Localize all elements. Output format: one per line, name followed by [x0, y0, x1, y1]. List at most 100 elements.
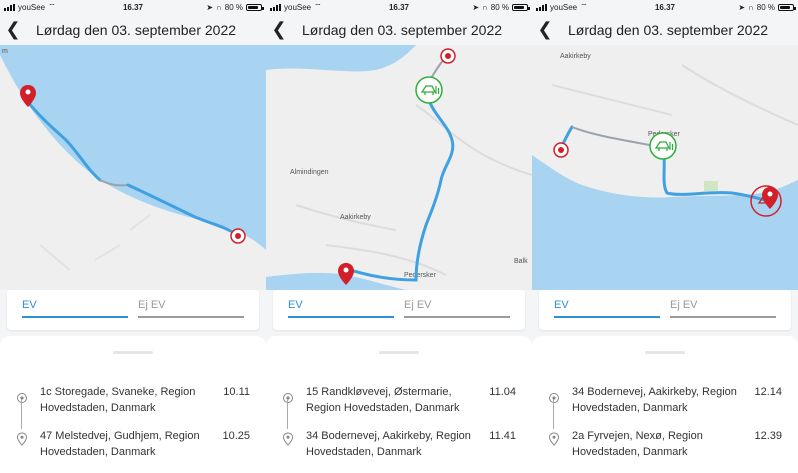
chevron-left-icon: ❮ [537, 19, 553, 39]
chevron-left-icon: ❮ [5, 19, 21, 39]
header: ❮ Lørdag den 03. september 2022 [266, 14, 532, 45]
destination-address: 47 Melstedvej, Gudhjem, Region Hovedstad… [40, 430, 200, 458]
destination-address: 34 Bodernevej, Aakirkeby, Region Hovedst… [306, 430, 471, 458]
map-label: Pedersker [404, 272, 437, 279]
map[interactable]: Almindingen Aakirkeby Pedersker Balk [266, 45, 532, 290]
destination-pin-icon [548, 432, 560, 446]
tab-ev-label: EV [22, 299, 37, 311]
location-icon: ➤ [738, 2, 746, 12]
signal-icon [4, 3, 15, 11]
destination-time: 11.41 [489, 430, 516, 442]
origin-time: 12.14 [754, 386, 782, 398]
location-icon: ➤ [472, 2, 480, 12]
status-bar: youSee ⌔ 16.37 ➤ ∩ 80 % [0, 0, 266, 14]
sheet-grip[interactable] [645, 351, 685, 354]
destination-pin-icon [282, 432, 294, 446]
battery-icon [512, 3, 530, 11]
tab-non-ev-label: Ej EV [670, 299, 698, 311]
header: ❮ Lørdag den 03. september 2022 [532, 14, 798, 45]
map-label: Aakirkeby [560, 53, 591, 60]
page-title: Lørdag den 03. september 2022 [567, 21, 769, 38]
route-connector [553, 399, 555, 429]
page-title: Lørdag den 03. september 2022 [35, 21, 237, 38]
ev-tabs: EV Ej EV [273, 290, 525, 330]
origin-address: 15 Randkløvevej, Østermarie, Region Hove… [306, 386, 460, 414]
chevron-left-icon: ❮ [271, 19, 287, 39]
headphones-icon: ∩ [482, 2, 488, 12]
tab-non-ev-label: Ej EV [138, 299, 166, 311]
origin-address: 34 Bodernevej, Aakirkeby, Region Hovedst… [572, 386, 737, 414]
park [704, 181, 718, 191]
map-canvas[interactable]: m [0, 45, 266, 290]
trip-sheet: 15 Randkløvevej, Østermarie, Region Hove… [266, 336, 532, 473]
screen-3: youSee ⌔ 16.37 ➤ ∩ 80 % ❮ Lørdag den 03. se… [532, 0, 798, 473]
origin-time: 11.04 [489, 386, 516, 398]
trip-sheet: 34 Bodernevej, Aakirkeby, Region Hovedst… [532, 336, 798, 473]
header: ❮ Lørdag den 03. september 2022 [0, 14, 266, 45]
destination-time: 10.25 [222, 430, 250, 442]
tab-ev[interactable]: EV [554, 290, 660, 330]
land [266, 45, 532, 290]
map-label: Aakirkeby [340, 214, 371, 221]
status-bar: youSee ⌔ 16.37 ➤ ∩ 80 % [532, 0, 798, 14]
destination-pin-icon [16, 432, 28, 446]
location-icon: ➤ [206, 2, 214, 12]
wifi-icon: ⌔ [48, 2, 56, 11]
sheet-grip[interactable] [379, 351, 419, 354]
headphones-icon: ∩ [216, 2, 222, 12]
map-label: Balk [514, 258, 528, 265]
carrier: youSee [18, 2, 46, 12]
tab-non-ev-label: Ej EV [404, 299, 432, 311]
map-canvas[interactable]: Almindingen Aakirkeby Pedersker Balk [266, 45, 532, 290]
tab-non-ev[interactable]: Ej EV [670, 290, 776, 330]
back-button[interactable]: ❮ [0, 14, 26, 45]
route-connector [287, 399, 289, 429]
origin-target-icon[interactable] [553, 142, 569, 158]
battery-percent: 80 % [490, 2, 509, 12]
battery-percent: 80 % [756, 2, 775, 12]
tab-non-ev[interactable]: Ej EV [404, 290, 510, 330]
trip-item[interactable]: 34 Bodernevej, Aakirkeby, Region Hovedst… [532, 382, 798, 462]
tab-ev-label: EV [288, 299, 303, 311]
tab-ev-label: EV [554, 299, 569, 311]
charger-icon[interactable] [649, 132, 677, 160]
trip-item[interactable]: 1c Storegade, Svaneke, Region Hovedstade… [0, 382, 266, 462]
sheet-grip[interactable] [113, 351, 153, 354]
origin-time: 10.11 [223, 386, 250, 398]
battery-icon [778, 3, 796, 11]
trip-item[interactable]: 15 Randkløvevej, Østermarie, Region Hove… [266, 382, 532, 462]
map[interactable]: m [0, 45, 266, 290]
origin-address: 1c Storegade, Svaneke, Region Hovedstade… [40, 386, 196, 414]
back-button[interactable]: ❮ [266, 14, 292, 45]
page-title: Lørdag den 03. september 2022 [301, 21, 503, 38]
signal-icon [536, 3, 547, 11]
route-connector [21, 399, 23, 429]
wifi-icon: ⌔ [314, 2, 322, 11]
screen-1: youSee ⌔ 16.37 ➤ ∩ 80 % ❮ Lørdag den 03. se… [0, 0, 266, 473]
tab-non-ev[interactable]: Ej EV [138, 290, 244, 330]
tab-ev[interactable]: EV [22, 290, 128, 330]
carrier: youSee [550, 2, 578, 12]
ev-tabs: EV Ej EV [539, 290, 791, 330]
map-canvas[interactable]: Aakirkeby Pedersker [532, 45, 798, 290]
map-label: m [2, 48, 8, 55]
ev-tabs: EV Ej EV [7, 290, 259, 330]
headphones-icon: ∩ [748, 2, 754, 12]
back-button[interactable]: ❮ [532, 14, 558, 45]
destination-time: 12.39 [754, 430, 782, 442]
charger-icon[interactable] [415, 76, 443, 104]
origin-target-icon[interactable] [440, 48, 456, 64]
signal-icon [270, 3, 281, 11]
map[interactable]: Aakirkeby Pedersker [532, 45, 798, 290]
destination-target-icon[interactable] [230, 228, 246, 244]
map-label: Almindingen [290, 169, 329, 176]
destination-address: 2a Fyrvejen, Nexø, Region Hovedstaden, D… [572, 430, 703, 458]
battery-percent: 80 % [224, 2, 243, 12]
tab-ev[interactable]: EV [288, 290, 394, 330]
battery-icon [246, 3, 264, 11]
screens: youSee ⌔ 16.37 ➤ ∩ 80 % ❮ Lørdag den 03. se… [0, 0, 798, 473]
screen-2: youSee ⌔ 16.37 ➤ ∩ 80 % ❮ Lørdag den 03. se… [266, 0, 532, 473]
carrier: youSee [284, 2, 312, 12]
trip-sheet: 1c Storegade, Svaneke, Region Hovedstade… [0, 336, 266, 473]
wifi-icon: ⌔ [580, 2, 588, 11]
